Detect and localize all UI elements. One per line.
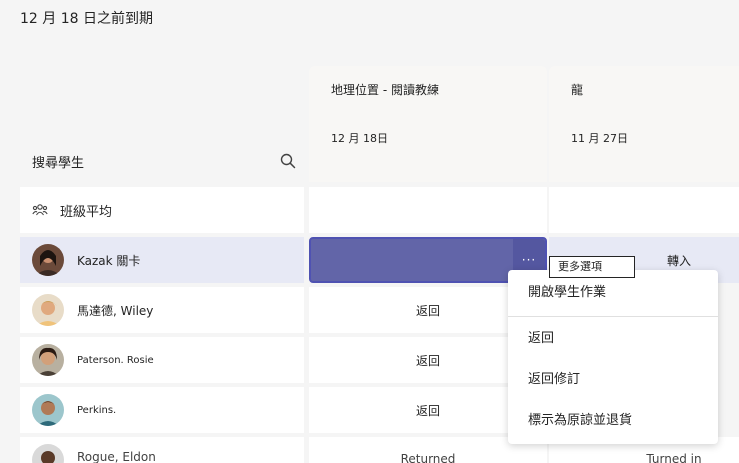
- menu-item-return[interactable]: 返回: [528, 329, 554, 349]
- search-label: 搜尋學生: [32, 155, 85, 171]
- avatar: [32, 444, 64, 463]
- assignment-title: 地理位置 - 閱讀教練: [331, 83, 439, 97]
- menu-item-return-for-revision[interactable]: 返回修訂: [528, 370, 580, 390]
- student-row[interactable]: Paterson. Rosie: [20, 337, 304, 383]
- avatar: [32, 244, 64, 276]
- class-average-cell: [309, 187, 547, 233]
- assignment-due-date: 12 月 18日: [331, 132, 388, 145]
- student-row[interactable]: Kazak 關卡: [20, 237, 304, 283]
- avatar: [32, 394, 64, 426]
- assignment-title: 龍: [571, 83, 584, 97]
- class-average-row: 班級平均: [20, 187, 304, 233]
- assignment-column-header[interactable]: 龍 11 月 27日: [549, 66, 739, 182]
- search-icon[interactable]: [280, 153, 296, 169]
- menu-item-mark-excused[interactable]: 標示為原諒並退貨: [528, 411, 632, 431]
- menu-item-open-student-work[interactable]: 開啟學生作業: [528, 283, 606, 303]
- student-search[interactable]: 搜尋學生: [20, 140, 304, 182]
- student-row[interactable]: Rogue, Eldon: [20, 437, 304, 463]
- student-name: 馬達德, Wiley: [77, 303, 154, 318]
- student-name: Kazak 關卡: [77, 253, 141, 268]
- student-name: Rogue, Eldon: [77, 450, 156, 463]
- avatar: [32, 294, 64, 326]
- student-name: Paterson. Rosie: [77, 354, 154, 366]
- menu-divider: [508, 316, 718, 317]
- class-average-cell: [549, 187, 739, 233]
- page-title: 12 月 18 日之前到期: [20, 11, 153, 27]
- assignment-column-header[interactable]: 地理位置 - 閱讀教練 12 月 18日: [309, 66, 547, 182]
- context-menu: 開啟學生作業 返回 返回修訂 標示為原諒並退貨: [508, 270, 718, 444]
- assignment-due-date: 11 月 27日: [571, 132, 628, 145]
- student-row[interactable]: 馬達德, Wiley: [20, 287, 304, 333]
- people-icon: [32, 202, 48, 218]
- student-name: Perkins.: [77, 404, 117, 416]
- more-options-tooltip: 更多選項: [549, 256, 635, 278]
- student-row[interactable]: Perkins.: [20, 387, 304, 433]
- avatar: [32, 344, 64, 376]
- class-average-label: 班級平均: [60, 204, 113, 220]
